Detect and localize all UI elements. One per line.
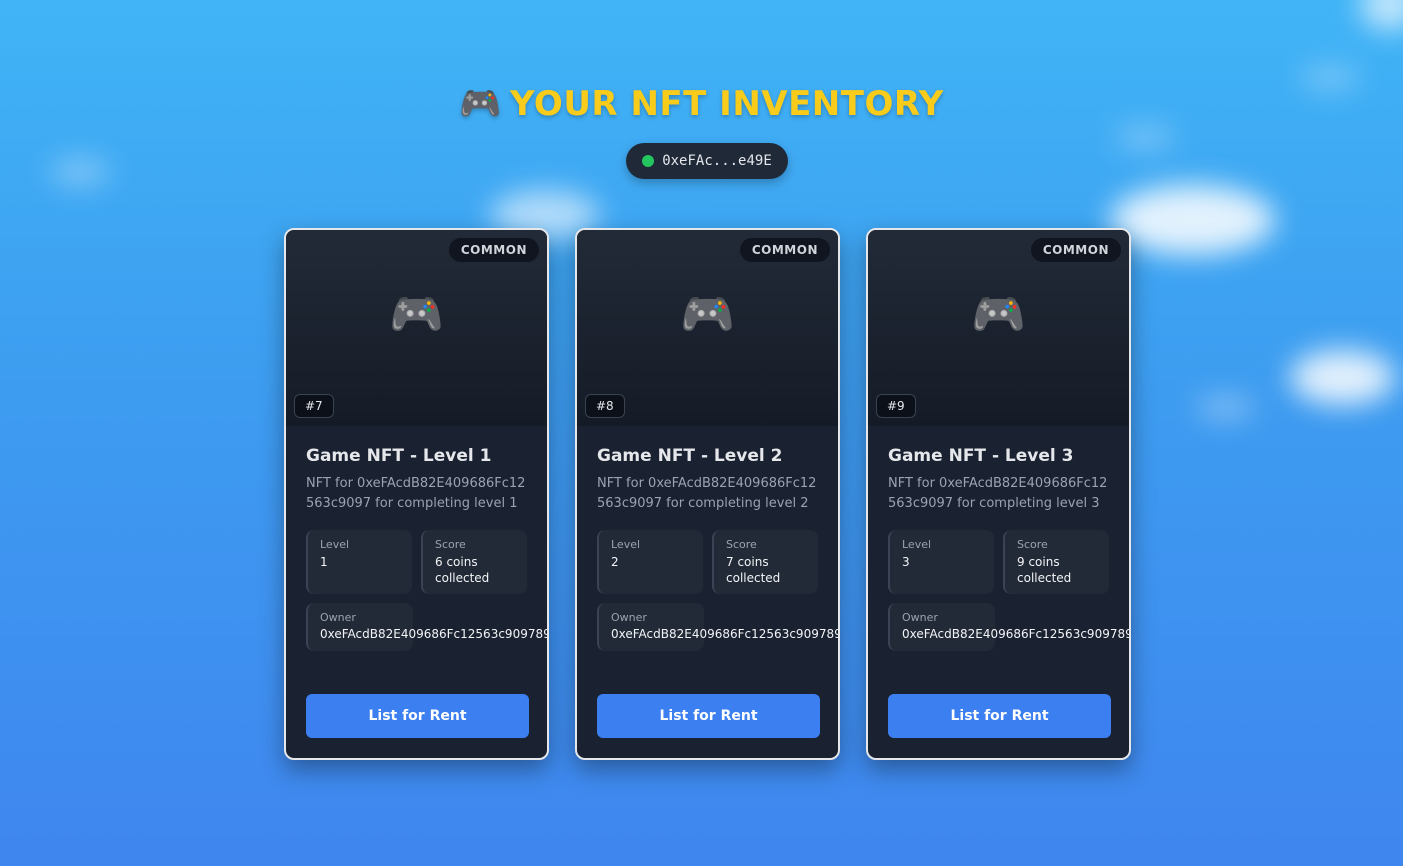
owner-stat: Owner 0xeFAcdB82E409686Fc12563c909789B96 (306, 603, 549, 651)
gamepad-icon: 🎮 (389, 289, 444, 340)
wallet-address-badge[interactable]: 0xeFAc...e49E (626, 143, 788, 179)
page-title-text: YOUR NFT INVENTORY (510, 84, 944, 124)
nft-description: NFT for 0xeFAcdB82E409686Fc12563c9097 fo… (597, 476, 817, 511)
token-id-badge: #9 (876, 394, 916, 418)
list-for-rent-button[interactable]: List for Rent (306, 694, 529, 738)
gamepad-icon: 🎮 (971, 289, 1026, 340)
token-id-badge: #7 (294, 394, 334, 418)
nft-card: COMMON 🎮 #7 Game NFT - Level 1 NFT for 0… (284, 228, 549, 760)
nft-image-area: COMMON 🎮 #9 (868, 230, 1129, 426)
level-value: 2 (611, 555, 619, 569)
list-for-rent-button[interactable]: List for Rent (597, 694, 820, 738)
level-stat: Level 2 (597, 530, 703, 594)
owner-value: 0xeFAcdB82E409686Fc12563c909789B96 (902, 627, 1131, 641)
nft-card-grid: COMMON 🎮 #7 Game NFT - Level 1 NFT for 0… (284, 228, 1131, 760)
level-stat: Level 3 (888, 530, 994, 594)
score-label: Score (1017, 538, 1048, 551)
cloud (1195, 395, 1255, 420)
cloud (50, 158, 110, 186)
cloud (1290, 350, 1395, 405)
level-label: Level (320, 538, 350, 551)
level-value: 1 (320, 555, 328, 569)
nft-name: Game NFT - Level 1 (306, 446, 492, 466)
score-value: 6 coins collected (435, 555, 490, 585)
nft-image-area: COMMON 🎮 #8 (577, 230, 838, 426)
level-value: 3 (902, 555, 910, 569)
score-stat: Score 6 coins collected (421, 530, 527, 594)
score-stat: Score 7 coins collected (712, 530, 818, 594)
score-value: 7 coins collected (726, 555, 781, 585)
owner-label: Owner (611, 611, 647, 624)
level-stat: Level 1 (306, 530, 412, 594)
nft-description: NFT for 0xeFAcdB82E409686Fc12563c9097 fo… (306, 476, 526, 511)
nft-card: COMMON 🎮 #8 Game NFT - Level 2 NFT for 0… (575, 228, 840, 760)
owner-value: 0xeFAcdB82E409686Fc12563c909789B96 (320, 627, 549, 641)
nft-card: COMMON 🎮 #9 Game NFT - Level 3 NFT for 0… (866, 228, 1131, 760)
nft-image-area: COMMON 🎮 #7 (286, 230, 547, 426)
cloud (1115, 125, 1175, 150)
cloud (1360, 0, 1403, 30)
page-title: 🎮 YOUR NFT INVENTORY (0, 84, 1403, 124)
owner-label: Owner (902, 611, 938, 624)
gamepad-icon: 🎮 (459, 84, 503, 124)
connected-status-dot (642, 155, 655, 167)
token-id-badge: #8 (585, 394, 625, 418)
level-label: Level (902, 538, 932, 551)
score-stat: Score 9 coins collected (1003, 530, 1109, 594)
wallet-address: 0xeFAc...e49E (662, 153, 772, 169)
cloud (1110, 185, 1275, 255)
rarity-badge: COMMON (739, 238, 830, 262)
owner-stat: Owner 0xeFAcdB82E409686Fc12563c909789B96 (888, 603, 1131, 651)
level-label: Level (611, 538, 641, 551)
score-value: 9 coins collected (1017, 555, 1072, 585)
owner-value: 0xeFAcdB82E409686Fc12563c909789B96 (611, 627, 840, 641)
rarity-badge: COMMON (448, 238, 539, 262)
owner-label: Owner (320, 611, 356, 624)
score-label: Score (435, 538, 466, 551)
nft-name: Game NFT - Level 3 (888, 446, 1074, 466)
gamepad-icon: 🎮 (680, 289, 735, 340)
nft-description: NFT for 0xeFAcdB82E409686Fc12563c9097 fo… (888, 476, 1108, 511)
owner-stat: Owner 0xeFAcdB82E409686Fc12563c909789B96 (597, 603, 840, 651)
list-for-rent-button[interactable]: List for Rent (888, 694, 1111, 738)
rarity-badge: COMMON (1030, 238, 1121, 262)
score-label: Score (726, 538, 757, 551)
nft-name: Game NFT - Level 2 (597, 446, 783, 466)
